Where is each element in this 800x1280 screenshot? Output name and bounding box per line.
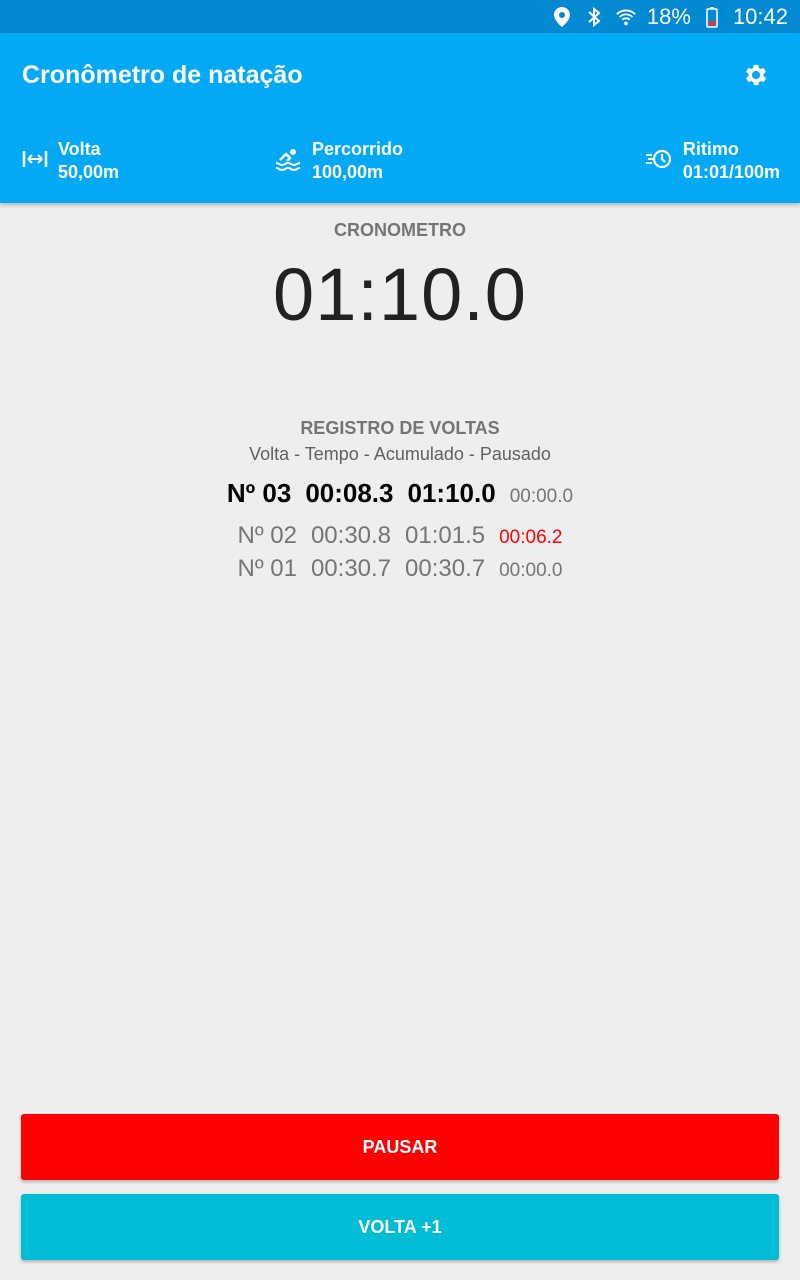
lap-time: 00:30.7 — [310, 555, 392, 582]
battery-icon — [701, 6, 723, 28]
app-bar: Cronômetro de natação Volta 50,00m Perco… — [0, 33, 800, 203]
lap-number: Nº 03 — [226, 478, 292, 508]
status-time: 10:42 — [732, 3, 788, 29]
stopwatch-time: 01:10.0 — [273, 253, 527, 336]
status-bar: 18% 10:42 — [0, 0, 800, 33]
battery-percent: 18% — [646, 3, 691, 29]
stat-distance: Percorrido 100,00m — [274, 136, 403, 186]
swimmer-icon — [274, 147, 302, 176]
lap-paused: 00:00.0 — [499, 560, 563, 581]
pause-button[interactable]: PAUSAR — [21, 1114, 779, 1180]
lap-log-columns: Volta - Tempo - Acumulado - Pausado — [249, 444, 551, 464]
wifi-icon — [615, 6, 637, 28]
lap-paused: 00:00.0 — [509, 486, 574, 507]
gear-icon — [742, 61, 770, 94]
current-lap-row: Nº 03 00:08.3 01:10.0 00:00.0 — [0, 478, 800, 509]
stat-pace-value: 01:01/100m — [682, 162, 780, 182]
stat-lap-length-value: 50,00m — [58, 162, 120, 182]
lap-row: Nº 01 00:30.7 00:30.7 00:00.0 — [0, 555, 800, 583]
lap-total: 01:01.5 — [405, 522, 486, 549]
lap-paused: 00:06.2 — [499, 527, 563, 548]
stat-pace: Ritimo 01:01/100m — [645, 136, 780, 186]
stat-pace-label: Ritimo — [682, 139, 739, 159]
stat-lap-length: Volta 50,00m — [22, 136, 119, 186]
lap-number: Nº 02 — [237, 522, 297, 549]
stat-lap-length-label: Volta — [58, 139, 101, 159]
location-icon — [551, 6, 573, 28]
lap-row: Nº 02 00:30.8 01:01.5 00:06.2 — [0, 522, 800, 550]
settings-button[interactable] — [736, 57, 776, 97]
lap-time: 00:08.3 — [305, 478, 394, 508]
stopwatch-label: CRONOMETRO — [334, 220, 466, 240]
add-lap-button[interactable]: VOLTA +1 — [21, 1194, 779, 1260]
lap-log-title: REGISTRO DE VOLTAS — [300, 418, 500, 438]
stat-distance-value: 100,00m — [312, 162, 384, 182]
lap-total: 01:10.0 — [407, 478, 496, 508]
pace-clock-icon — [645, 147, 673, 176]
lap-number: Nº 01 — [237, 555, 297, 582]
stat-distance-label: Percorrido — [312, 139, 404, 159]
bluetooth-icon — [583, 6, 605, 28]
app-title: Cronômetro de natação — [22, 61, 303, 89]
lap-length-icon — [22, 148, 48, 175]
lap-total: 00:30.7 — [405, 555, 486, 582]
lap-time: 00:30.8 — [310, 522, 392, 549]
